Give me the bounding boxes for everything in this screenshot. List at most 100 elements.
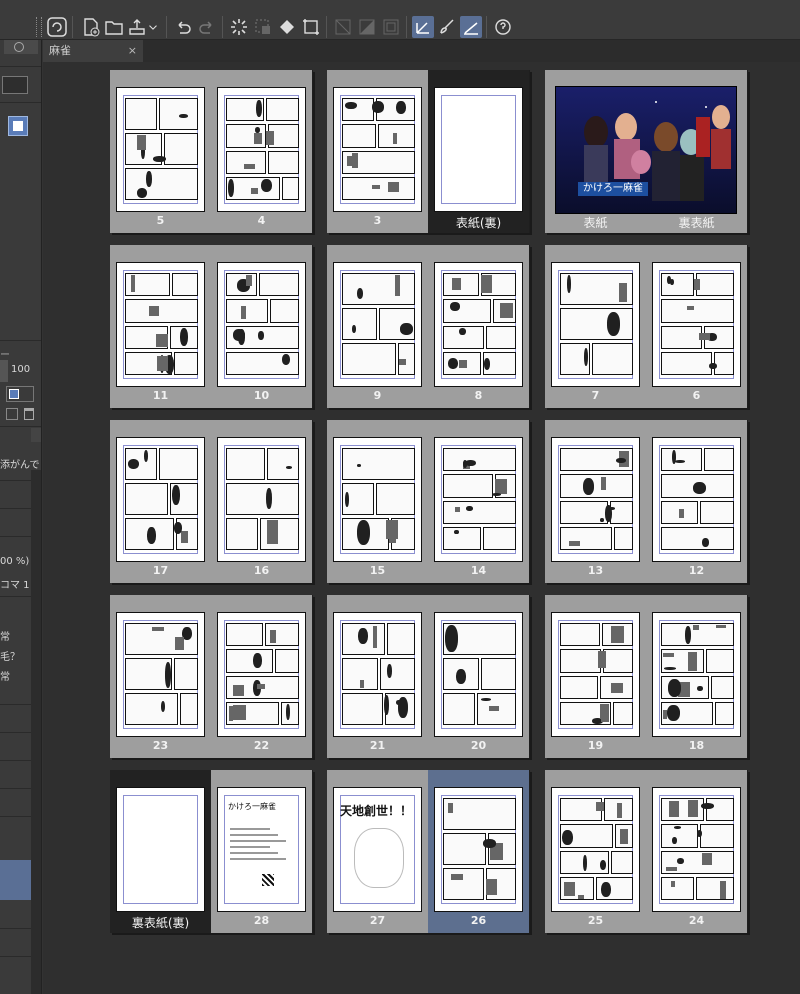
brush-icon[interactable] (436, 16, 458, 38)
document-tab[interactable]: 麻雀 × (43, 40, 143, 62)
page-thumbnail-24[interactable]: 24 (646, 770, 747, 933)
page-thumbnail-15[interactable]: 15 (327, 420, 428, 583)
ink-drawing (175, 637, 184, 650)
flip-view-icon[interactable] (380, 16, 402, 38)
comic-panel (172, 273, 198, 297)
open-folder-icon[interactable] (103, 16, 125, 38)
ink-drawing (246, 275, 252, 286)
correction-line-icon[interactable] (460, 16, 482, 38)
page-thumbnail-7[interactable]: 7 (545, 245, 646, 408)
rotate-view-icon[interactable] (356, 16, 378, 38)
page-spread[interactable]: 天地創世！！ 27 26 (327, 770, 530, 933)
page-spread[interactable]: 13 12 (545, 420, 748, 583)
page-thumbnail-17[interactable]: 17 (110, 420, 211, 583)
page-thumbnail-23[interactable]: 23 (110, 595, 211, 758)
ink-drawing (357, 288, 363, 299)
page-spread[interactable]: 25 24 (545, 770, 748, 933)
ink-drawing (233, 684, 244, 696)
page-thumbnail-9[interactable]: 9 (327, 245, 428, 408)
scroll-up-arrow[interactable] (31, 428, 41, 442)
page-spread[interactable]: 15 14 (327, 420, 530, 583)
page-spread[interactable]: 76 (545, 245, 748, 408)
ink-drawing (266, 488, 272, 509)
layer-scrollbar[interactable] (31, 470, 41, 994)
undo-icon[interactable] (172, 16, 194, 38)
page-spread[interactable]: 表紙 裏表紙 かけろ一麻雀 (545, 70, 748, 233)
page-thumbnail-8[interactable]: 8 (428, 245, 529, 408)
clip-studio-logo-icon[interactable] (46, 16, 68, 38)
new-layer-icon[interactable] (6, 408, 18, 420)
page-thumbnail-12[interactable]: 12 (646, 420, 747, 583)
loading-spinner-icon[interactable] (228, 16, 250, 38)
page-spread[interactable]: 21 20 (327, 595, 530, 758)
page-thumbnail-25[interactable]: 25 (545, 770, 646, 933)
color-swatch[interactable] (8, 116, 28, 136)
page-thumbnail-18[interactable]: 18 (646, 595, 747, 758)
chevron-down-icon[interactable] (146, 16, 160, 38)
selection-layer-icon[interactable] (252, 16, 274, 38)
ink-drawing (667, 276, 671, 284)
comic-panel (267, 448, 299, 480)
ink-drawing (360, 680, 364, 688)
page-thumbnail-4[interactable]: 4 (211, 70, 312, 233)
page-spread[interactable]: 19 18 (545, 595, 748, 758)
new-file-icon[interactable] (80, 16, 102, 38)
page-thumbnail-表紙(裏)[interactable]: 表紙(裏) (428, 70, 529, 233)
page-thumbnail-13[interactable]: 13 (545, 420, 646, 583)
page-sheet (551, 787, 640, 912)
page-thumbnail-裏表紙(裏)[interactable]: 裏表紙(裏) (110, 770, 211, 933)
page-thumbnail-14[interactable]: 14 (428, 420, 529, 583)
opacity-slider[interactable] (0, 360, 8, 382)
page-thumbnail-20[interactable]: 20 (428, 595, 529, 758)
page-thumbnail-11[interactable]: 11 (110, 245, 211, 408)
export-icon[interactable] (126, 16, 148, 38)
page-spread[interactable]: 23 22 (110, 595, 313, 758)
page-spread[interactable]: 裏表紙(裏) かけろ一麻雀 28 (110, 770, 313, 933)
ink-drawing (667, 704, 680, 721)
comic-panel (226, 448, 265, 480)
page-thumbnail-19[interactable]: 19 (545, 595, 646, 758)
page-thumbnail-21[interactable]: 21 (327, 595, 428, 758)
redo-icon[interactable] (196, 16, 218, 38)
comic-panel (164, 133, 198, 165)
comic-panel (443, 868, 484, 900)
close-tab-icon[interactable]: × (128, 40, 137, 62)
page-thumbnail-6[interactable]: 6 (646, 245, 747, 408)
page-spread[interactable]: 54 (110, 70, 313, 233)
ink-drawing (137, 188, 147, 198)
page-spread[interactable]: 98 (327, 245, 530, 408)
page-thumbnail-27[interactable]: 天地創世！！ 27 (327, 770, 428, 933)
page-thumbnail-10[interactable]: 10 (211, 245, 312, 408)
page-thumbnail-28[interactable]: かけろ一麻雀 28 (211, 770, 312, 933)
layer-mode-dropdown[interactable] (2, 76, 28, 94)
ink-drawing (620, 829, 628, 845)
page-label: 裏表紙 (678, 216, 715, 230)
page-spread[interactable]: 11 10 (110, 245, 313, 408)
page-thumbnail-26[interactable]: 26 (428, 770, 529, 933)
blend-mode-dropdown[interactable] (6, 386, 34, 402)
selected-layer-row[interactable] (0, 860, 31, 900)
page-sheet (434, 437, 523, 562)
comic-panel (342, 273, 415, 305)
page-spread[interactable]: 17 16 (110, 420, 313, 583)
trash-icon[interactable] (24, 408, 34, 420)
ink-drawing (286, 466, 292, 469)
fill-bucket-icon[interactable] (276, 16, 298, 38)
pen-mode-icon[interactable] (412, 16, 434, 38)
page-thumbnail-5[interactable]: 5 (110, 70, 211, 233)
page-label: 5 (156, 214, 165, 227)
page-thumbnail-3[interactable]: 3 (327, 70, 428, 233)
page-thumbnail-16[interactable]: 16 (211, 420, 312, 583)
ink-drawing (393, 133, 397, 145)
page-spread[interactable]: 3 表紙(裏) (327, 70, 530, 233)
transform-icon[interactable] (300, 16, 322, 38)
cover-illustration[interactable]: かけろ一麻雀 (555, 86, 737, 214)
fit-window-icon[interactable] (332, 16, 354, 38)
toolbar-grip[interactable] (36, 17, 42, 37)
info-icon[interactable] (14, 42, 24, 52)
help-tips-icon[interactable] (492, 16, 514, 38)
page-thumbnail-22[interactable]: 22 (211, 595, 312, 758)
opacity-value[interactable]: 100 (11, 364, 30, 375)
page-sheet (217, 87, 306, 212)
comic-panel (180, 693, 198, 725)
